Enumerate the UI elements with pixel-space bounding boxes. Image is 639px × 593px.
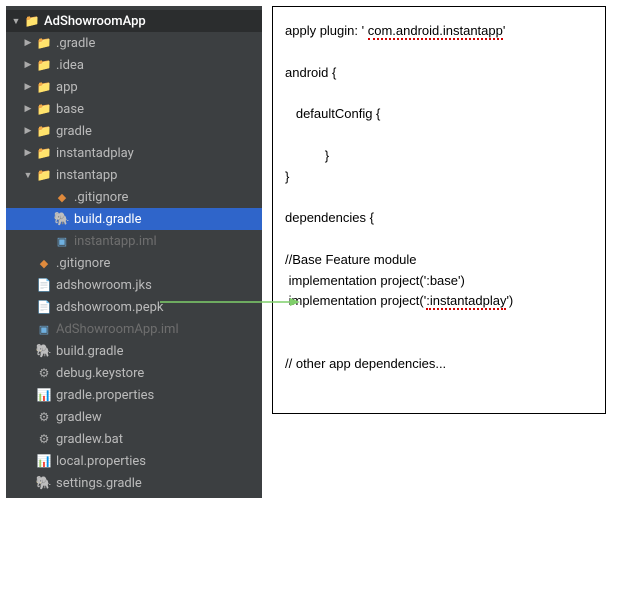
gradle-icon: 🐘 <box>54 211 70 227</box>
code-line: implementation project(':base') <box>285 271 593 292</box>
code-line: apply plugin: ' com.android.instantapp' <box>285 21 593 42</box>
chevron-right-icon[interactable] <box>22 82 34 92</box>
tree-item-label: build.gradle <box>56 344 123 359</box>
gitignore-icon: ◆ <box>54 189 70 205</box>
module-icon: ▣ <box>54 233 70 249</box>
spellcheck-underline: com.android.instantapp <box>368 23 503 40</box>
tree-item--idea[interactable]: 📁 .idea <box>6 54 262 76</box>
tree-item-gradlew[interactable]: ⚙ gradlew <box>6 406 262 428</box>
tree-root-label: AdShowroomApp <box>44 14 146 29</box>
project-tree: 📁 AdShowroomApp 📁.gradle📁.idea📁app📁base📁… <box>6 6 262 498</box>
code-line: defaultConfig { <box>285 104 593 125</box>
tree-item-local-properties[interactable]: 📊 local.properties <box>6 450 262 472</box>
tree-item-debug-keystore[interactable]: ⚙ debug.keystore <box>6 362 262 384</box>
tree-item-label: gradle.properties <box>56 388 154 403</box>
spellcheck-underline: :instantadplay <box>426 293 506 310</box>
tree-item-label: gradle <box>56 124 92 139</box>
tree-item--gradle[interactable]: 📁 .gradle <box>6 32 262 54</box>
gradle-icon: 🐘 <box>36 343 52 359</box>
tree-item-label: base <box>56 102 84 117</box>
tree-item-label: build.gradle <box>74 212 141 227</box>
tree-item-base[interactable]: 📁 base <box>6 98 262 120</box>
code-line: } <box>285 167 593 188</box>
properties-icon: 📊 <box>36 453 52 469</box>
folder-icon: 📁 <box>36 57 52 73</box>
tree-item-gradlew-bat[interactable]: ⚙ gradlew.bat <box>6 428 262 450</box>
gitignore-icon: ◆ <box>36 255 52 271</box>
tree-item-label: instantapp.iml <box>74 234 157 249</box>
tree-item--gitignore[interactable]: ◆ .gitignore <box>6 186 262 208</box>
chevron-down-icon <box>10 16 22 27</box>
chevron-right-icon[interactable] <box>22 60 34 70</box>
chevron-right-icon[interactable] <box>22 126 34 136</box>
module-icon: ▣ <box>36 321 52 337</box>
tree-item-adshowroom-jks[interactable]: 📄 adshowroom.jks <box>6 274 262 296</box>
file-icon: 📄 <box>36 277 52 293</box>
chevron-down-icon[interactable] <box>22 170 34 181</box>
chevron-right-icon[interactable] <box>22 104 34 114</box>
tree-item-settings-gradle[interactable]: 🐘 settings.gradle <box>6 472 262 494</box>
code-line: } <box>285 146 593 167</box>
file-icon: 📄 <box>36 299 52 315</box>
gradle-icon: 🐘 <box>36 475 52 491</box>
tree-item-label: .idea <box>56 58 84 73</box>
chevron-right-icon[interactable] <box>22 38 34 48</box>
folder-icon: 📁 <box>24 13 40 29</box>
folder-icon: 📁 <box>36 79 52 95</box>
tree-item-label: .gitignore <box>56 256 110 271</box>
folder-icon: 📁 <box>36 123 52 139</box>
folder-icon: 📁 <box>36 35 52 51</box>
gear-icon: ⚙ <box>36 365 52 381</box>
tree-item-label: app <box>56 80 78 95</box>
code-line: android { <box>285 63 593 84</box>
folder-icon: 📁 <box>36 167 52 183</box>
chevron-right-icon[interactable] <box>22 148 34 158</box>
tree-item-app[interactable]: 📁 app <box>6 76 262 98</box>
tree-item-label: adshowroom.pepk <box>56 300 163 315</box>
tree-item-AdShowroomApp-iml[interactable]: ▣ AdShowroomApp.iml <box>6 318 262 340</box>
tree-item-label: local.properties <box>56 454 146 469</box>
code-line: implementation project(':instantadplay') <box>285 291 593 312</box>
tree-root[interactable]: 📁 AdShowroomApp <box>6 10 262 32</box>
code-line: dependencies { <box>285 208 593 229</box>
pointer-arrow <box>160 297 300 299</box>
tree-item-instantapp-iml[interactable]: ▣ instantapp.iml <box>6 230 262 252</box>
tree-item-label: .gitignore <box>74 190 128 205</box>
tree-item--gitignore[interactable]: ◆ .gitignore <box>6 252 262 274</box>
tree-item-label: instantapp <box>56 168 117 183</box>
tree-item-instantapp[interactable]: 📁 instantapp <box>6 164 262 186</box>
tree-item-label: AdShowroomApp.iml <box>56 322 179 337</box>
tree-item-instantadplay[interactable]: 📁 instantadplay <box>6 142 262 164</box>
tree-item-label: debug.keystore <box>56 366 144 381</box>
gear-icon: ⚙ <box>36 409 52 425</box>
code-line: //Base Feature module <box>285 250 593 271</box>
tree-item-gradle-properties[interactable]: 📊 gradle.properties <box>6 384 262 406</box>
folder-icon: 📁 <box>36 101 52 117</box>
tree-item-build-gradle[interactable]: 🐘 build.gradle <box>6 208 262 230</box>
gear-icon: ⚙ <box>36 431 52 447</box>
tree-item-label: adshowroom.jks <box>56 278 152 293</box>
folder-icon: 📁 <box>36 145 52 161</box>
tree-item-label: instantadplay <box>56 146 134 161</box>
tree-item-label: gradlew.bat <box>56 432 123 447</box>
properties-icon: 📊 <box>36 387 52 403</box>
tree-item-gradle[interactable]: 📁 gradle <box>6 120 262 142</box>
code-line: // other app dependencies... <box>285 354 593 375</box>
tree-item-label: gradlew <box>56 410 102 425</box>
tree-item-label: settings.gradle <box>56 476 142 491</box>
code-preview: apply plugin: ' com.android.instantapp' … <box>272 6 606 414</box>
tree-item-label: .gradle <box>56 36 95 51</box>
tree-item-build-gradle[interactable]: 🐘 build.gradle <box>6 340 262 362</box>
